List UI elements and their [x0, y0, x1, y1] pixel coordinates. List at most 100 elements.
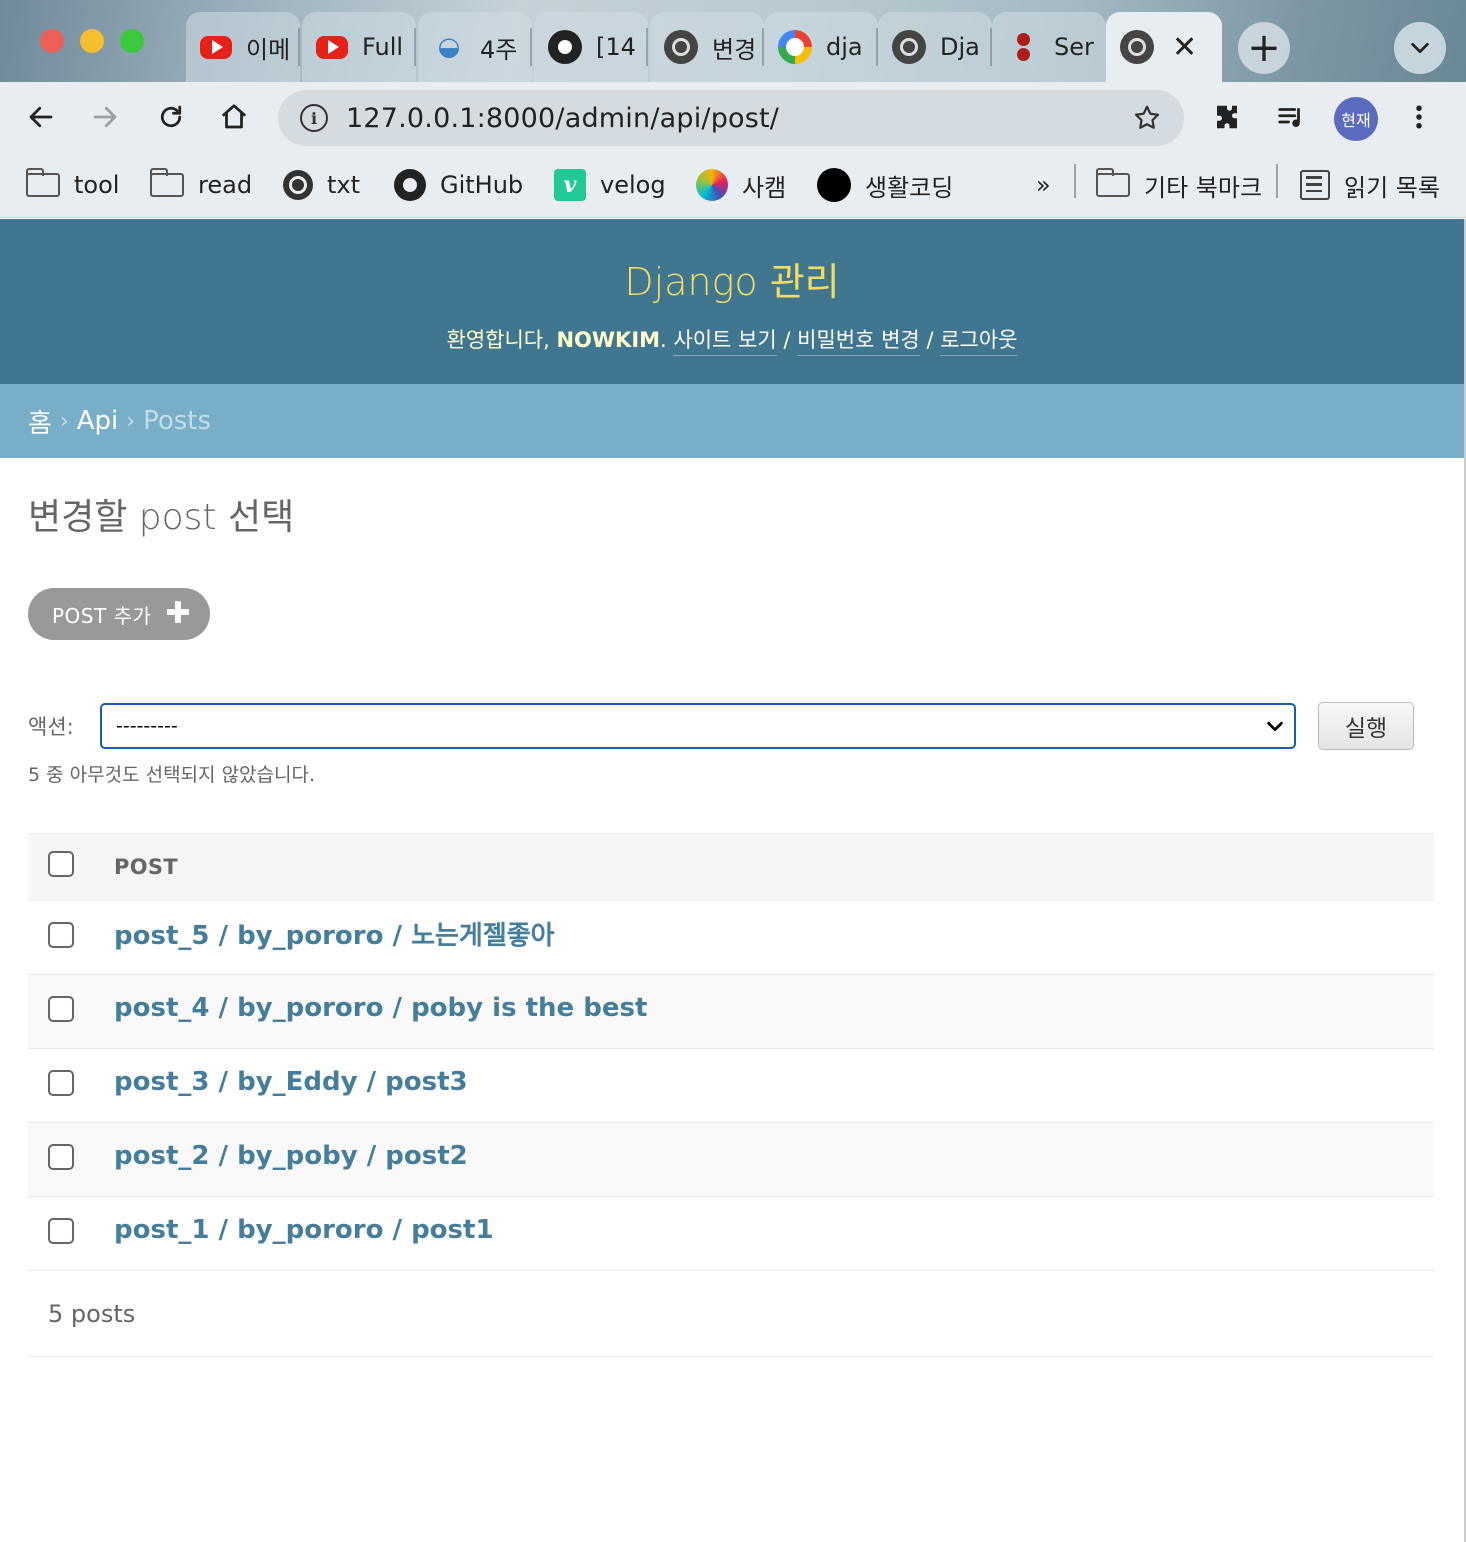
breadcrumb-separator: ›	[59, 408, 69, 434]
url-text: 127.0.0.1:8000/admin/api/post/	[346, 102, 780, 134]
row-checkbox[interactable]	[48, 1217, 74, 1244]
post-link[interactable]: post_5 / by_pororo / 노는게젤좋아	[114, 915, 555, 952]
user-tools: 환영합니다, NOWKIM. 사이트 보기 / 비밀번호 변경 / 로그아웃	[0, 324, 1464, 356]
site-info-icon[interactable]: i	[300, 104, 328, 132]
breadcrumb-app[interactable]: Api	[77, 406, 119, 436]
home-icon	[221, 104, 247, 129]
extensions-button[interactable]	[1208, 98, 1246, 136]
bookmark-sacam[interactable]: 사캠	[696, 165, 786, 205]
bookmark-tool[interactable]: tool	[25, 165, 120, 205]
new-tab-button[interactable]: +	[1238, 22, 1290, 74]
post-link[interactable]: post_3 / by_Eddy / post3	[114, 1067, 468, 1097]
dots-icon	[1006, 30, 1040, 64]
bookmark-label: tool	[74, 171, 120, 199]
reading-list[interactable]: 읽기 목록	[1300, 165, 1440, 205]
tab-close-icon[interactable]: ✕	[1172, 30, 1197, 65]
tab-title: 이메	[246, 35, 291, 64]
bowl-icon: ◒	[437, 32, 461, 62]
bookmark-txt[interactable]: txt	[283, 165, 360, 205]
bookmark-read[interactable]: read	[149, 165, 252, 205]
add-post-button[interactable]: POST 추가 ✚	[28, 588, 210, 640]
globe-icon	[283, 170, 313, 200]
address-bar[interactable]: i 127.0.0.1:8000/admin/api/post/	[278, 90, 1184, 146]
other-bookmarks[interactable]: 기타 북마크	[1095, 165, 1263, 205]
browser-tab[interactable]: [14	[534, 12, 648, 82]
tab-title: Full	[362, 33, 404, 61]
browser-menu-button[interactable]	[1400, 98, 1438, 136]
forward-button[interactable]	[86, 98, 124, 136]
breadcrumb-home[interactable]: 홈	[28, 403, 52, 440]
browser-tab[interactable]: ◒ 4주	[418, 12, 532, 82]
bookmark-label: GitHub	[440, 171, 524, 199]
back-button[interactable]	[22, 98, 60, 136]
table-row: post_2 / by_poby / post2	[28, 1123, 1434, 1197]
browser-tab[interactable]: dja	[764, 12, 878, 82]
github-icon	[548, 30, 582, 64]
tab-title: Dja	[940, 33, 980, 61]
bookmark-star-icon[interactable]	[1132, 103, 1162, 133]
column-header-post[interactable]: POST	[114, 855, 178, 879]
profile-avatar[interactable]: 현재	[1334, 97, 1378, 141]
browser-tab[interactable]: Full	[302, 12, 416, 82]
row-checkbox[interactable]	[48, 921, 74, 948]
welcome-text: 환영합니다,	[446, 328, 550, 352]
table-row: post_4 / by_pororo / poby is the best	[28, 975, 1434, 1049]
window-minimize-button[interactable]	[80, 29, 104, 53]
more-vert-icon	[1416, 105, 1422, 129]
youtube-icon	[316, 35, 348, 59]
hand-icon	[696, 169, 728, 201]
bookmark-divider	[1276, 164, 1278, 198]
playlist-icon	[1278, 108, 1300, 127]
separator: /	[783, 328, 791, 352]
browser-tab[interactable]: Ser	[992, 12, 1106, 82]
logout-link[interactable]: 로그아웃	[940, 328, 1018, 356]
bookmarks-overflow-button[interactable]: »	[1036, 165, 1051, 205]
action-select[interactable]: ---------	[100, 703, 1296, 749]
post-link[interactable]: post_4 / by_pororo / poby is the best	[114, 993, 647, 1023]
bookmark-label: 읽기 목록	[1344, 173, 1440, 202]
bookmark-label: 사캠	[742, 173, 787, 202]
row-checkbox[interactable]	[48, 995, 74, 1022]
browser-tab[interactable]: 이메	[186, 12, 300, 82]
post-link[interactable]: post_1 / by_pororo / post1	[114, 1215, 494, 1245]
media-control-button[interactable]	[1272, 98, 1310, 136]
action-select-value: ---------	[116, 715, 178, 737]
post-link[interactable]: post_2 / by_poby / post2	[114, 1141, 468, 1171]
main-content: 변경할 post 선택 POST 추가 ✚ 액션: --------- 실행 5…	[0, 488, 1464, 1357]
arrow-left-icon	[29, 106, 53, 128]
row-checkbox[interactable]	[48, 1069, 74, 1096]
breadcrumb-current: Posts	[143, 406, 212, 436]
home-button[interactable]	[215, 98, 253, 136]
bookmark-github[interactable]: GitHub	[394, 165, 523, 205]
row-checkbox[interactable]	[48, 1143, 74, 1170]
bookmark-label: txt	[327, 171, 361, 199]
black-circle-icon	[817, 168, 851, 202]
window-zoom-button[interactable]	[120, 29, 144, 53]
tab-title: 4주	[480, 35, 518, 64]
browser-tab[interactable]: Dja	[878, 12, 992, 82]
bookmark-opentutorials[interactable]: 생활코딩	[817, 165, 953, 205]
bookmark-velog[interactable]: v velog	[554, 165, 666, 205]
view-site-link[interactable]: 사이트 보기	[673, 328, 777, 356]
select-all-checkbox[interactable]	[48, 851, 74, 877]
tab-title: dja	[826, 33, 863, 61]
folder-icon	[25, 168, 60, 197]
paginator: 5 posts	[28, 1271, 1434, 1357]
breadcrumb: 홈 › Api › Posts	[0, 384, 1464, 458]
table-row: post_1 / by_pororo / post1	[28, 1197, 1434, 1271]
reading-list-icon	[1300, 170, 1330, 200]
run-action-button[interactable]: 실행	[1318, 702, 1414, 750]
window-close-button[interactable]	[40, 29, 64, 53]
site-name[interactable]: Django 관리	[0, 219, 1464, 306]
tab-search-button[interactable]	[1394, 22, 1446, 74]
arrow-right-icon	[93, 106, 117, 128]
bookmark-label: 기타 북마크	[1144, 173, 1263, 202]
browser-tab-active[interactable]: ✕	[1106, 12, 1222, 82]
admin-header: Django 관리 환영합니다, NOWKIM. 사이트 보기 / 비밀번호 변…	[0, 219, 1464, 384]
browser-tab[interactable]: 변경	[650, 12, 764, 82]
change-password-link[interactable]: 비밀번호 변경	[797, 328, 920, 356]
browser-toolbar: i 127.0.0.1:8000/admin/api/post/ 현재	[0, 82, 1466, 152]
reload-button[interactable]	[152, 98, 190, 136]
bookmarks-bar: tool read txt GitHub v velog 사캠 생활코딩 » 기…	[0, 152, 1466, 218]
add-post-label: POST 추가	[52, 603, 152, 628]
